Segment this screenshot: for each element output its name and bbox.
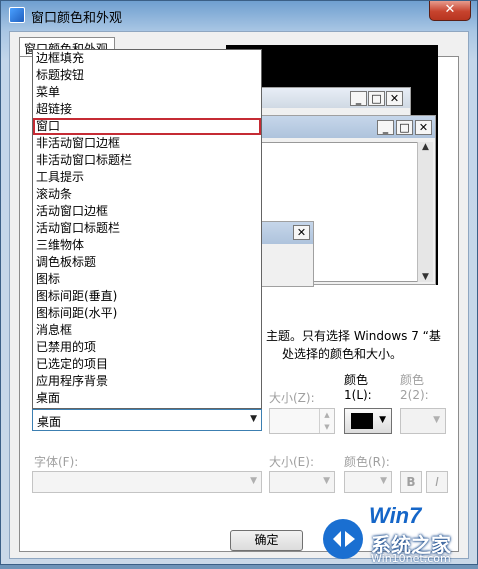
dropdown-option[interactable]: 图标 bbox=[33, 271, 261, 288]
dropdown-option[interactable]: 消息框 bbox=[33, 322, 261, 339]
chevron-down-icon: ▼ bbox=[250, 476, 257, 486]
close-button[interactable]: ✕ bbox=[429, 1, 471, 21]
color1-button[interactable]: ▼ bbox=[344, 408, 392, 434]
dropdown-option[interactable]: 超链接 bbox=[33, 101, 261, 118]
dropdown-option[interactable]: 已禁用的项 bbox=[33, 339, 261, 356]
description-line-1: 主题。只有选择 Windows 7 “基 bbox=[266, 329, 441, 343]
item-select-value: 桌面 bbox=[37, 415, 62, 429]
chevron-down-icon: ▼ bbox=[250, 414, 257, 424]
dropdown-option[interactable]: 图标间距(水平) bbox=[33, 305, 261, 322]
font-size-select[interactable]: ▼ bbox=[269, 471, 335, 493]
scroll-down-icon: ▼ bbox=[422, 272, 429, 282]
dropdown-option[interactable]: 桌面 bbox=[33, 390, 261, 407]
item-color1-label: 颜色 bbox=[344, 373, 369, 387]
dropdown-option[interactable]: 非活动窗口边框 bbox=[33, 135, 261, 152]
dropdown-option[interactable]: 菜单 bbox=[33, 84, 261, 101]
title-bar: 窗口颜色和外观 ✕ bbox=[1, 1, 477, 29]
bold-button[interactable]: B bbox=[400, 471, 422, 493]
dropdown-option[interactable]: 已选定的项目 bbox=[33, 356, 261, 373]
description-line-2: 处选择的颜色和大小。 bbox=[282, 347, 403, 361]
dropdown-option[interactable]: 窗口 bbox=[33, 118, 261, 135]
dropdown-option[interactable]: 边框填充 bbox=[33, 50, 261, 67]
dropdown-option[interactable]: 三维物体 bbox=[33, 237, 261, 254]
color2-button[interactable]: ▼ bbox=[400, 408, 446, 434]
dropdown-option[interactable]: 图标间距(垂直) bbox=[33, 288, 261, 305]
font-size-label: 大小(E): bbox=[269, 455, 314, 469]
dropdown-option[interactable]: 非活动窗口标题栏 bbox=[33, 152, 261, 169]
chevron-down-icon: ▼ bbox=[380, 476, 387, 486]
preview-active-minimize-icon: _ bbox=[377, 120, 394, 135]
dropdown-option[interactable]: 调色板标题 bbox=[33, 254, 261, 271]
dropdown-option[interactable]: 应用程序背景 bbox=[33, 373, 261, 390]
item-dropdown-list: 边框填充 标题按钮 菜单 超链接 窗口 非活动窗口边框 非活动窗口标题栏 工具提示 滚动条 活动窗… bbox=[32, 49, 262, 409]
watermark-url: Win10net.com bbox=[371, 552, 451, 565]
item-color1-sublabel: 1(L): bbox=[344, 388, 372, 402]
italic-button[interactable]: I bbox=[426, 471, 448, 493]
window-app-icon bbox=[9, 7, 25, 23]
chevron-down-icon: ▼ bbox=[323, 476, 330, 486]
ok-button[interactable]: 确定 bbox=[230, 530, 303, 551]
item-size-label: 大小(Z): bbox=[269, 391, 315, 405]
preview-active-close-icon: ✕ bbox=[415, 120, 432, 135]
preview-msgbox-close-icon: ✕ bbox=[293, 225, 310, 240]
spin-down-icon[interactable]: ▼ bbox=[319, 421, 334, 433]
item-select[interactable]: 桌面 ▼ bbox=[32, 409, 262, 431]
dialog-window: 窗口颜色和外观 ✕ 窗口颜色和外观 _ □ ✕ _ □ ✕ ▲ ▼ ✕ bbox=[0, 0, 478, 565]
description-text: 主题。只有选择 Windows 7 “基 处选择的颜色和大小。 bbox=[266, 327, 441, 363]
dropdown-option[interactable]: 工具提示 bbox=[33, 169, 261, 186]
item-color2-label: 颜色 bbox=[400, 373, 425, 387]
font-color-label: 颜色(R): bbox=[344, 455, 390, 469]
dropdown-option[interactable]: 滚动条 bbox=[33, 186, 261, 203]
preview-close-icon: ✕ bbox=[386, 91, 403, 106]
preview-minimize-icon: _ bbox=[350, 91, 367, 106]
watermark-logo-text: Win7 bbox=[369, 503, 423, 528]
window-title: 窗口颜色和外观 bbox=[31, 11, 123, 26]
item-color2-sublabel: 2(2): bbox=[400, 388, 429, 402]
dropdown-option[interactable]: 活动窗口标题栏 bbox=[33, 220, 261, 237]
watermark: Win7 系统之家 Win10net.com bbox=[311, 491, 478, 566]
preview-maximize-icon: □ bbox=[368, 91, 385, 106]
font-select[interactable]: ▼ bbox=[32, 471, 262, 493]
preview-scrollbar: ▲ ▼ bbox=[417, 142, 433, 282]
chevron-down-icon: ▼ bbox=[379, 415, 386, 425]
chevron-down-icon: ▼ bbox=[433, 415, 440, 425]
font-color-button[interactable]: ▼ bbox=[344, 471, 392, 493]
item-size-spinner[interactable]: ▲ ▼ bbox=[269, 408, 335, 434]
spin-up-icon[interactable]: ▲ bbox=[319, 409, 334, 421]
dropdown-option[interactable]: 标题按钮 bbox=[33, 67, 261, 84]
dropdown-option[interactable]: 活动窗口边框 bbox=[33, 203, 261, 220]
color1-swatch bbox=[351, 413, 373, 429]
font-label: 字体(F): bbox=[34, 455, 79, 469]
scroll-up-icon: ▲ bbox=[422, 142, 429, 152]
preview-active-maximize-icon: □ bbox=[396, 120, 413, 135]
